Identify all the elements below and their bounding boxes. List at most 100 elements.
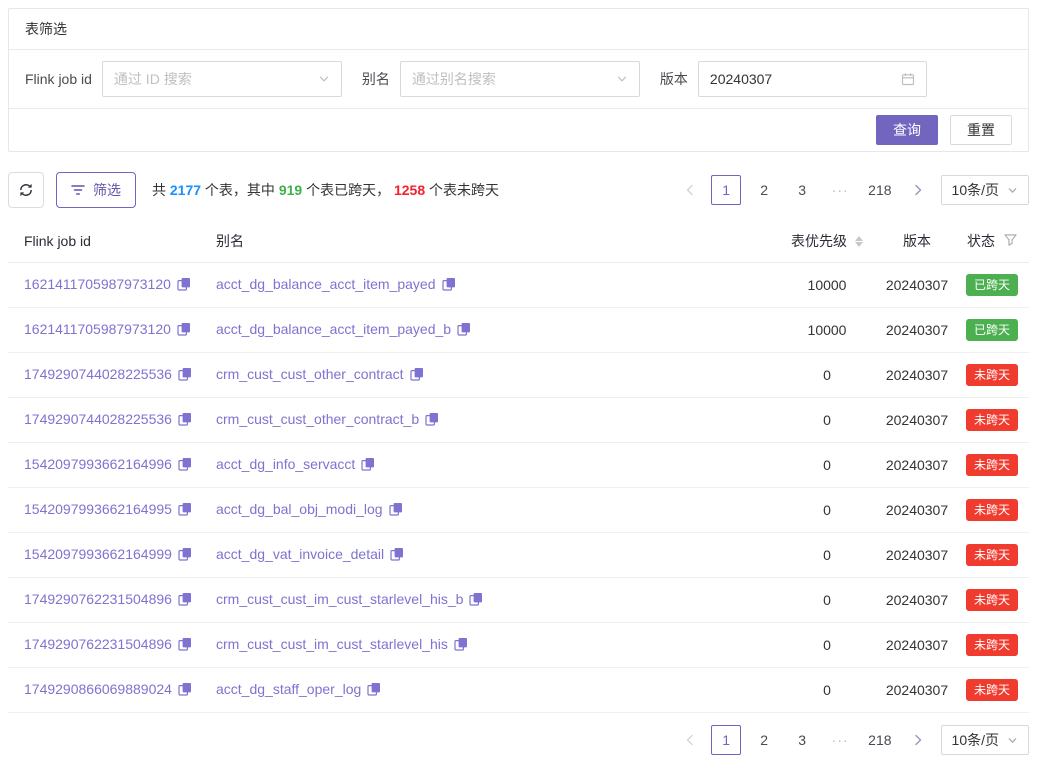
prev-page-button[interactable] bbox=[675, 725, 703, 755]
alias-link[interactable]: acct_dg_info_servacct bbox=[216, 456, 355, 472]
copy-icon[interactable] bbox=[390, 548, 404, 564]
alias-link[interactable]: acct_dg_staff_oper_log bbox=[216, 681, 361, 697]
page-list: 123···218 bbox=[711, 175, 896, 205]
table-row: 1621411705987973120 acct_dg_balance_acct… bbox=[8, 308, 1029, 353]
prev-page-button[interactable] bbox=[675, 175, 703, 205]
page-button-3[interactable]: 3 bbox=[787, 725, 817, 755]
alias-link[interactable]: crm_cust_cust_im_cust_starlevel_his_b bbox=[216, 591, 463, 607]
copy-icon[interactable] bbox=[177, 278, 191, 294]
alias-placeholder: 通过别名搜索 bbox=[412, 69, 616, 89]
version-input[interactable] bbox=[710, 71, 901, 87]
page-button-1[interactable]: 1 bbox=[711, 725, 741, 755]
chevron-down-icon bbox=[616, 73, 628, 85]
flink-job-id-link[interactable]: 1749290866069889024 bbox=[24, 681, 172, 697]
alias-field: 别名 通过别名搜索 bbox=[362, 61, 640, 97]
alias-link[interactable]: acct_dg_vat_invoice_detail bbox=[216, 546, 384, 562]
filter-card: 表筛选 Flink job id 通过 ID 搜索 别名 通过别名搜索 bbox=[8, 8, 1029, 152]
next-page-button[interactable] bbox=[905, 725, 933, 755]
priority-cell: 0 bbox=[775, 398, 879, 443]
copy-icon[interactable] bbox=[178, 503, 192, 519]
alias-link[interactable]: acct_dg_bal_obj_modi_log bbox=[216, 501, 383, 517]
next-page-button[interactable] bbox=[905, 175, 933, 205]
page-button-2[interactable]: 2 bbox=[749, 725, 779, 755]
copy-icon[interactable] bbox=[457, 323, 471, 339]
flink-job-id-link[interactable]: 1542097993662164999 bbox=[24, 546, 172, 562]
status-header-label: 状态 bbox=[967, 231, 995, 251]
version-cell: 20240307 bbox=[879, 578, 955, 623]
bottom-bar: 123 ··· 218 10条/页 bbox=[8, 725, 1029, 755]
copy-icon[interactable] bbox=[178, 458, 192, 474]
copy-icon[interactable] bbox=[454, 638, 468, 654]
priority-cell: 0 bbox=[775, 353, 879, 398]
flink-job-id-select[interactable]: 通过 ID 搜索 bbox=[102, 61, 342, 97]
copy-icon[interactable] bbox=[178, 683, 192, 699]
copy-icon[interactable] bbox=[442, 278, 456, 294]
copy-icon[interactable] bbox=[410, 368, 424, 384]
stats-total-count: 2177 bbox=[170, 182, 201, 198]
column-header-flink-job-id: Flink job id bbox=[8, 220, 208, 263]
alias-link[interactable]: crm_cust_cust_other_contract_b bbox=[216, 411, 419, 427]
chevron-down-icon bbox=[1007, 185, 1018, 196]
filter-lines-icon bbox=[71, 184, 85, 196]
flink-job-id-link[interactable]: 1542097993662164995 bbox=[24, 501, 172, 517]
alias-link[interactable]: acct_dg_balance_acct_item_payed bbox=[216, 276, 436, 292]
priority-cell: 0 bbox=[775, 578, 879, 623]
copy-icon[interactable] bbox=[178, 593, 192, 609]
stats-uncrossed-count: 1258 bbox=[394, 182, 425, 198]
version-date-picker[interactable] bbox=[698, 61, 927, 97]
reset-button[interactable]: 重置 bbox=[950, 115, 1012, 145]
flink-job-id-link[interactable]: 1749290744028225536 bbox=[24, 366, 172, 382]
copy-icon[interactable] bbox=[178, 638, 192, 654]
flink-job-id-field: Flink job id 通过 ID 搜索 bbox=[25, 61, 342, 97]
page-button-2[interactable]: 2 bbox=[749, 175, 779, 205]
flink-job-id-link[interactable]: 1749290744028225536 bbox=[24, 411, 172, 427]
page-button-218[interactable]: 218 bbox=[863, 175, 896, 205]
filter-funnel-icon[interactable] bbox=[1004, 233, 1017, 249]
version-cell: 20240307 bbox=[879, 488, 955, 533]
stats-text: 个表未跨天 bbox=[425, 182, 499, 198]
table-row: 1542097993662164999 acct_dg_vat_invoice_… bbox=[8, 533, 1029, 578]
alias-link[interactable]: crm_cust_cust_other_contract bbox=[216, 366, 404, 382]
copy-icon[interactable] bbox=[469, 593, 483, 609]
flink-job-id-link[interactable]: 1621411705987973120 bbox=[24, 276, 171, 292]
status-cell: 已跨天 bbox=[955, 263, 1029, 308]
flink-job-id-link[interactable]: 1542097993662164996 bbox=[24, 456, 172, 472]
flink-job-id-link[interactable]: 1749290762231504896 bbox=[24, 636, 172, 652]
filter-toggle-button[interactable]: 筛选 bbox=[56, 172, 136, 208]
chevron-down-icon bbox=[1007, 735, 1018, 746]
table-row: 1542097993662164996 acct_dg_info_servacc… bbox=[8, 443, 1029, 488]
refresh-button[interactable] bbox=[8, 172, 44, 208]
status-cell: 未跨天 bbox=[955, 398, 1029, 443]
table-stats: 共 2177 个表，其中 919 个表已跨天， 1258 个表未跨天 bbox=[152, 180, 499, 200]
column-header-version: 版本 bbox=[879, 220, 955, 263]
alias-select[interactable]: 通过别名搜索 bbox=[400, 61, 640, 97]
alias-link[interactable]: acct_dg_balance_acct_item_payed_b bbox=[216, 321, 451, 337]
copy-icon[interactable] bbox=[178, 548, 192, 564]
status-badge: 未跨天 bbox=[966, 544, 1018, 566]
page-button-3[interactable]: 3 bbox=[787, 175, 817, 205]
flink-job-id-link[interactable]: 1749290762231504896 bbox=[24, 591, 172, 607]
page-button-1[interactable]: 1 bbox=[711, 175, 741, 205]
copy-icon[interactable] bbox=[178, 368, 192, 384]
toolbar: 筛选 共 2177 个表，其中 919 个表已跨天， 1258 个表未跨天 12… bbox=[8, 172, 1029, 208]
copy-icon[interactable] bbox=[367, 683, 381, 699]
page-size-select[interactable]: 10条/页 bbox=[941, 725, 1029, 755]
page-list: 123 ··· 218 bbox=[711, 725, 896, 755]
sort-icon[interactable] bbox=[855, 236, 863, 247]
column-header-alias: 别名 bbox=[208, 220, 775, 263]
flink-job-id-link[interactable]: 1621411705987973120 bbox=[24, 321, 171, 337]
copy-icon[interactable] bbox=[425, 413, 439, 429]
copy-icon[interactable] bbox=[177, 323, 191, 339]
version-cell: 20240307 bbox=[879, 398, 955, 443]
stats-text: 共 bbox=[152, 182, 170, 198]
priority-header-label: 表优先级 bbox=[791, 231, 847, 251]
page-button-218[interactable]: 218 bbox=[863, 725, 896, 755]
copy-icon[interactable] bbox=[389, 503, 403, 519]
copy-icon[interactable] bbox=[361, 458, 375, 474]
page-ellipsis: ··· bbox=[825, 725, 855, 755]
page-size-select[interactable]: 10条/页 bbox=[941, 175, 1029, 205]
alias-link[interactable]: crm_cust_cust_im_cust_starlevel_his bbox=[216, 636, 448, 652]
copy-icon[interactable] bbox=[178, 413, 192, 429]
search-button[interactable]: 查询 bbox=[876, 115, 938, 145]
refresh-icon bbox=[18, 182, 34, 198]
